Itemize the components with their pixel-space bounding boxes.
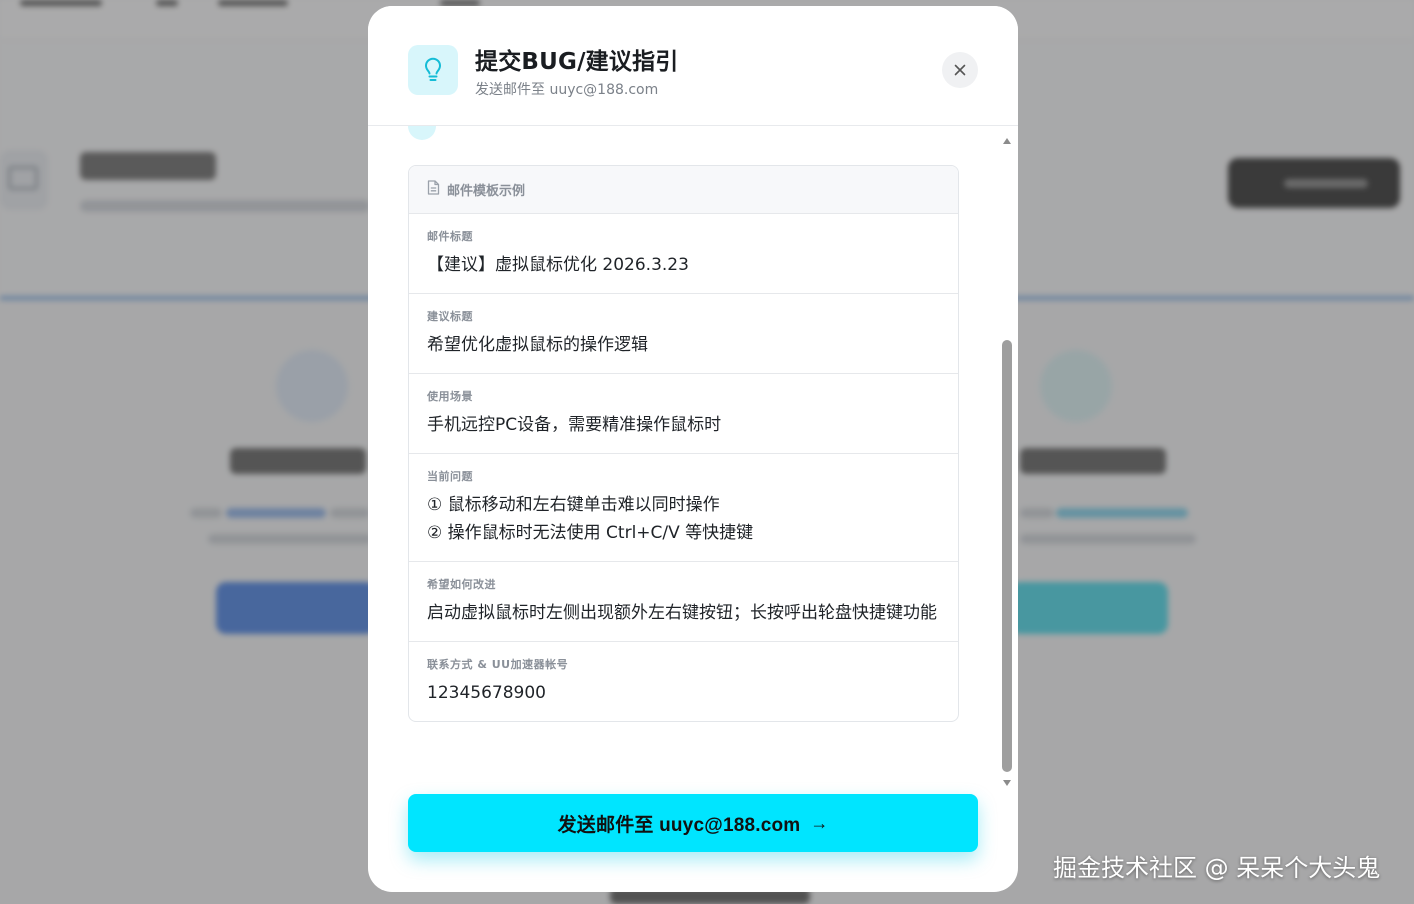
- field-value: 启动虚拟鼠标时左侧出现额外左右键按钮；长按呼出轮盘快捷键功能: [427, 603, 937, 623]
- template-field-suggestion-title: 建议标题 希望优化虚拟鼠标的操作逻辑: [409, 294, 958, 374]
- modal-subtitle: 发送邮件至 uuyc@188.com: [475, 82, 659, 98]
- template-field-usage-scenario: 使用场景 手机远控PC设备，需要精准操作鼠标时: [409, 374, 958, 454]
- field-label: 建议标题: [427, 310, 473, 323]
- email-template-card: 邮件模板示例 邮件标题 【建议】虚拟鼠标优化 2026.3.23 建议标题 希望…: [408, 165, 959, 722]
- template-card-title: 邮件模板示例: [447, 184, 526, 199]
- field-value: 12345678900: [427, 683, 546, 703]
- modal-header: 提交BUG/建议指引 发送邮件至 uuyc@188.com: [368, 6, 1018, 126]
- arrow-right-icon: →: [810, 812, 829, 833]
- lightbulb-icon: [408, 45, 458, 95]
- template-field-contact: 联系方式 & UU加速器帐号 12345678900: [409, 642, 958, 721]
- field-label: 希望如何改进: [427, 578, 496, 591]
- scrollbar-thumb[interactable]: [1002, 340, 1012, 772]
- field-label: 联系方式 & UU加速器帐号: [427, 658, 569, 671]
- scroll-up-arrow-icon[interactable]: [1003, 138, 1011, 144]
- field-label: 使用场景: [427, 390, 473, 403]
- template-field-current-problem: 当前问题 ① 鼠标移动和左右键单击难以同时操作 ② 操作鼠标时无法使用 Ctrl…: [409, 454, 958, 562]
- modal-scrollbar[interactable]: [1000, 130, 1014, 790]
- template-card-header: 邮件模板示例: [409, 166, 958, 214]
- scroll-down-arrow-icon[interactable]: [1003, 780, 1011, 786]
- send-email-label: 发送邮件至 uuyc@188.com: [557, 814, 801, 836]
- send-email-button[interactable]: 发送邮件至 uuyc@188.com →: [408, 794, 978, 852]
- modal-title: 提交BUG/建议指引: [475, 49, 679, 75]
- close-button[interactable]: [942, 52, 978, 88]
- template-field-expected-improvement: 希望如何改进 启动虚拟鼠标时左侧出现额外左右键按钮；长按呼出轮盘快捷键功能: [409, 562, 958, 642]
- field-value: ② 操作鼠标时无法使用 Ctrl+C/V 等快捷键: [427, 523, 754, 543]
- bug-suggestion-modal: 提交BUG/建议指引 发送邮件至 uuyc@188.com 邮件模板示例 邮件标…: [368, 6, 1018, 892]
- template-field-email-subject: 邮件标题 【建议】虚拟鼠标优化 2026.3.23: [409, 214, 958, 294]
- modal-body[interactable]: 邮件模板示例 邮件标题 【建议】虚拟鼠标优化 2026.3.23 建议标题 希望…: [368, 126, 1018, 790]
- field-value: 手机远控PC设备，需要精准操作鼠标时: [427, 415, 722, 435]
- document-icon: [427, 180, 440, 199]
- field-label: 邮件标题: [427, 230, 473, 243]
- field-label: 当前问题: [427, 470, 473, 483]
- field-value: 【建议】虚拟鼠标优化 2026.3.23: [427, 255, 689, 275]
- field-value: 希望优化虚拟鼠标的操作逻辑: [427, 335, 648, 355]
- step-marker: [408, 126, 436, 140]
- watermark: 掘金技术社区 @ 呆呆个大头鬼: [1053, 854, 1381, 882]
- field-value: ① 鼠标移动和左右键单击难以同时操作: [427, 495, 720, 515]
- close-icon: [954, 61, 966, 80]
